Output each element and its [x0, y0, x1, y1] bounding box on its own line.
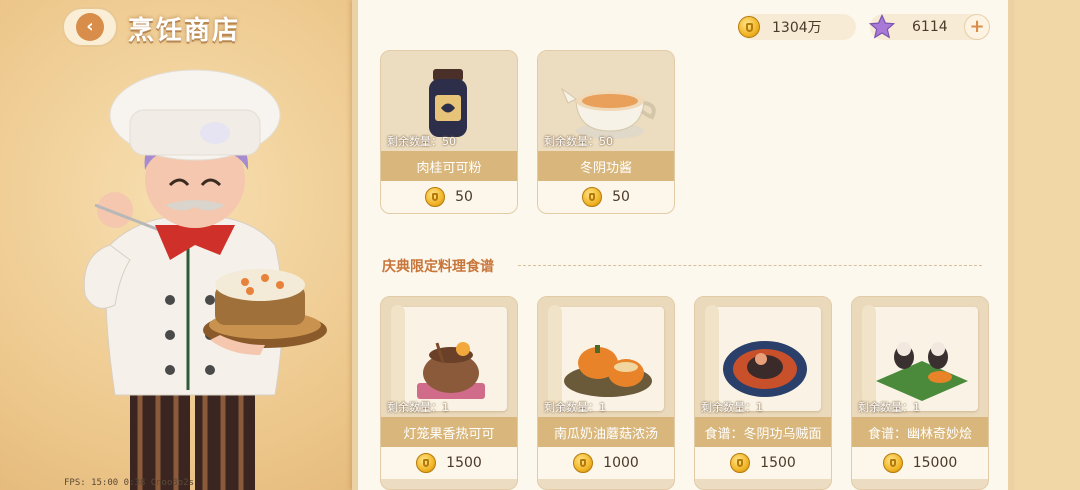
item-price: 1500 [760, 455, 796, 471]
gold-coin-icon [730, 453, 751, 473]
remaining-quantity: 剩余数量：1 [544, 401, 606, 414]
item-image-area: 剩余数量：1 [852, 297, 988, 417]
remaining-quantity: 剩余数量：50 [387, 135, 456, 148]
recipe-card[interactable]: 剩余数量：1 南瓜奶油蘑菇浓汤 1000 [537, 296, 675, 490]
item-image-area: 剩余数量：1 [381, 297, 517, 417]
back-arrow-icon: ‹ [76, 13, 104, 41]
item-name: 灯笼果香热可可 [381, 417, 517, 447]
shop-item-card[interactable]: 剩余数量：50 肉桂可可粉 50 [380, 50, 518, 214]
item-name: 南瓜奶油蘑菇浓汤 [538, 417, 674, 447]
price-row: 1500 [381, 447, 517, 479]
page-title: 烹饪商店 [128, 16, 241, 46]
item-image-area: 剩余数量：50 [381, 51, 517, 151]
item-price: 15000 [912, 455, 958, 471]
gold-coin-icon [416, 453, 437, 473]
item-name: 肉桂可可粉 [381, 151, 517, 181]
gold-coin-icon [738, 16, 760, 38]
chef-character-image [83, 69, 327, 490]
item-name: 食谱：冬阴功乌贼面 [695, 417, 831, 447]
section-title: 庆典限定料理食谱 [382, 259, 494, 275]
remaining-quantity: 剩余数量：1 [701, 401, 763, 414]
item-price: 1000 [603, 455, 639, 471]
right-edge-background [1014, 0, 1080, 490]
item-image-area: 剩余数量：1 [695, 297, 831, 417]
star-icon [868, 13, 896, 39]
recipe-card[interactable]: 剩余数量：1 灯笼果香热可可 1500 [380, 296, 518, 490]
gold-coin-icon [882, 453, 903, 473]
debug-overlay-text: FPS: 15:00 0:38 Cnoo3o2s [64, 478, 195, 488]
back-button[interactable]: ‹ [62, 7, 118, 47]
item-price: 1500 [446, 455, 482, 471]
gold-currency-display: 1304万 [738, 14, 856, 40]
shop-item-card[interactable]: 剩余数量：50 冬阴功酱 50 [537, 50, 675, 214]
item-name: 冬阴功酱 [538, 151, 674, 181]
gold-coin-icon [582, 187, 603, 207]
remaining-quantity: 剩余数量：1 [387, 401, 449, 414]
gold-coin-icon [425, 187, 446, 207]
price-row: 1000 [538, 447, 674, 479]
item-image-area: 剩余数量：1 [538, 297, 674, 417]
section-divider [518, 265, 982, 266]
item-price: 50 [612, 189, 630, 205]
price-row: 50 [538, 181, 674, 213]
item-price: 50 [455, 189, 473, 205]
price-row: 50 [381, 181, 517, 213]
remaining-quantity: 剩余数量：1 [858, 401, 920, 414]
recipe-card[interactable]: 剩余数量：1 食谱：幽林奇妙烩 15000 [851, 296, 989, 490]
gold-coin-icon [573, 453, 594, 473]
add-stars-button[interactable]: + [964, 14, 990, 40]
gold-amount: 1304万 [772, 20, 822, 36]
remaining-quantity: 剩余数量：50 [544, 135, 613, 148]
star-amount: 6114 [912, 19, 948, 35]
recipe-card[interactable]: 剩余数量：1 食谱：冬阴功乌贼面 1500 [694, 296, 832, 490]
item-name: 食谱：幽林奇妙烩 [852, 417, 988, 447]
price-row: 1500 [695, 447, 831, 479]
star-currency-display: 6114 + [868, 13, 990, 40]
item-image-area: 剩余数量：50 [538, 51, 674, 151]
price-row: 15000 [852, 447, 988, 479]
